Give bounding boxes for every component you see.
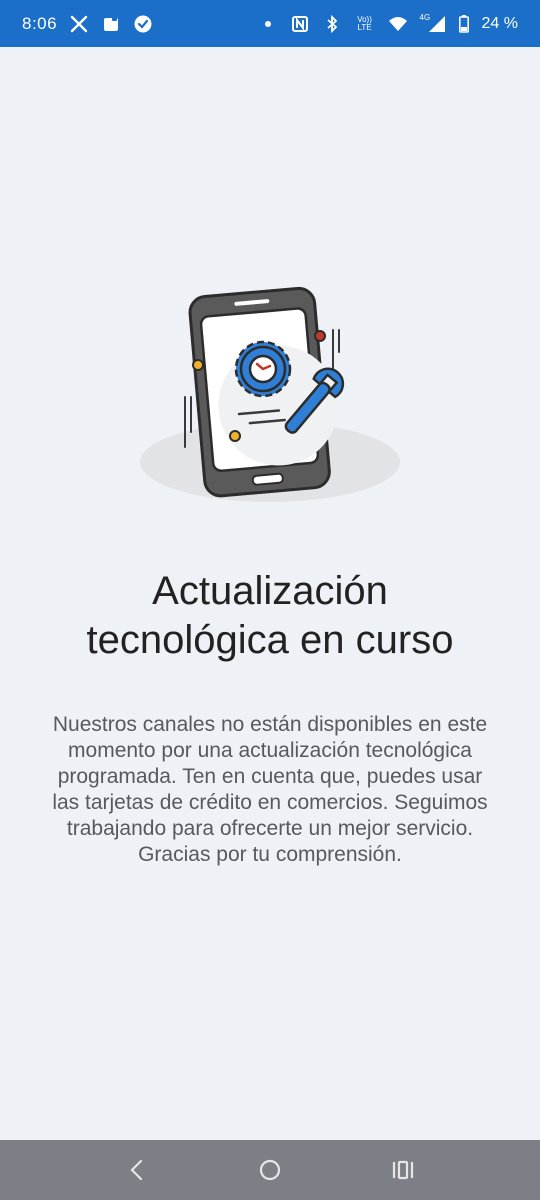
nfc-icon [290, 14, 310, 34]
phone-maintenance-illustration [135, 232, 405, 502]
home-icon[interactable] [250, 1150, 290, 1190]
signal-icon: 4G [419, 12, 446, 34]
page-title: Actualización tecnológica en curso [40, 567, 500, 665]
title-line-1: Actualización [152, 569, 388, 613]
battery-percent: 24 % [481, 14, 518, 32]
lte-label: LTE [357, 22, 372, 32]
dot-icon [258, 14, 278, 34]
recents-icon[interactable] [383, 1150, 423, 1190]
status-left: 8:06 [22, 14, 153, 34]
wifi-icon [388, 14, 408, 34]
bluetooth-icon [322, 14, 342, 34]
system-nav-bar [0, 1140, 540, 1200]
app-icon [101, 14, 121, 34]
title-line-2: tecnológica en curso [86, 618, 454, 662]
status-bar: 8:06 Vo)) LTE 4G 24 % [0, 0, 540, 47]
battery-icon [458, 14, 470, 34]
status-time: 8:06 [22, 13, 58, 33]
x-icon [69, 14, 89, 34]
status-right: Vo)) LTE 4G 24 % [258, 12, 518, 34]
maintenance-message: Nuestros canales no están disponibles en… [52, 713, 488, 866]
maintenance-screen: Actualización tecnológica en curso Nuest… [0, 47, 540, 1140]
check-badge-icon [133, 14, 153, 34]
network-4g-label: 4G [419, 12, 431, 22]
back-icon[interactable] [117, 1150, 157, 1190]
volte-icon: Vo)) LTE [354, 14, 376, 34]
